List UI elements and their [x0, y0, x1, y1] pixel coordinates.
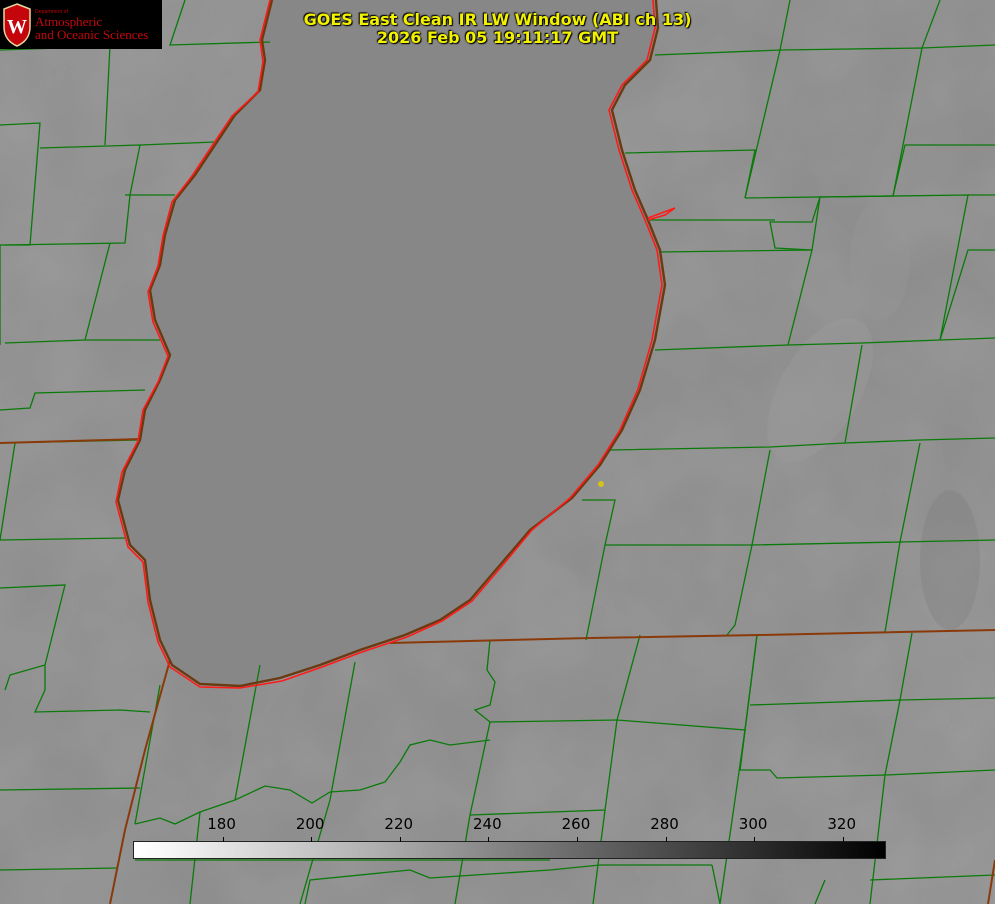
colorbar-tick — [222, 837, 224, 842]
colorbar-tick — [754, 837, 756, 842]
colorbar-tick — [488, 837, 490, 842]
location-marker — [598, 481, 604, 487]
colorbar-tick — [842, 837, 844, 842]
colorbar-tick-label: 220 — [384, 815, 414, 833]
colorbar-tick-label: 180 — [207, 815, 236, 833]
temperature-colorbar — [133, 837, 886, 859]
colorbar-tick-label: 240 — [473, 815, 502, 833]
logo-line2-text: and Oceanic Sciences — [35, 27, 149, 42]
colorbar-tick-label: 300 — [738, 815, 768, 833]
colorbar-tick — [576, 837, 578, 842]
colorbar-tick — [311, 837, 313, 842]
satellite-map — [0, 0, 995, 904]
satellite-image-viewer[interactable]: W Department of Atmospheric and Oceanic … — [0, 0, 995, 904]
colorbar-tick-label: 200 — [295, 815, 325, 833]
colorbar-tick — [665, 837, 667, 842]
colorbar-tick-label: 320 — [827, 815, 857, 833]
colorbar-tick-label: 280 — [650, 815, 679, 833]
cloud-streak — [850, 200, 910, 320]
colorbar-tick-label: 260 — [561, 815, 591, 833]
colorbar-tick — [399, 837, 401, 842]
cloud-streak — [920, 490, 980, 630]
cloud-streak — [500, 560, 580, 620]
uw-aos-logo[interactable]: W Department of Atmospheric and Oceanic … — [0, 0, 162, 49]
crest-letter: W — [7, 16, 27, 38]
uw-crest-icon: W — [3, 3, 31, 47]
